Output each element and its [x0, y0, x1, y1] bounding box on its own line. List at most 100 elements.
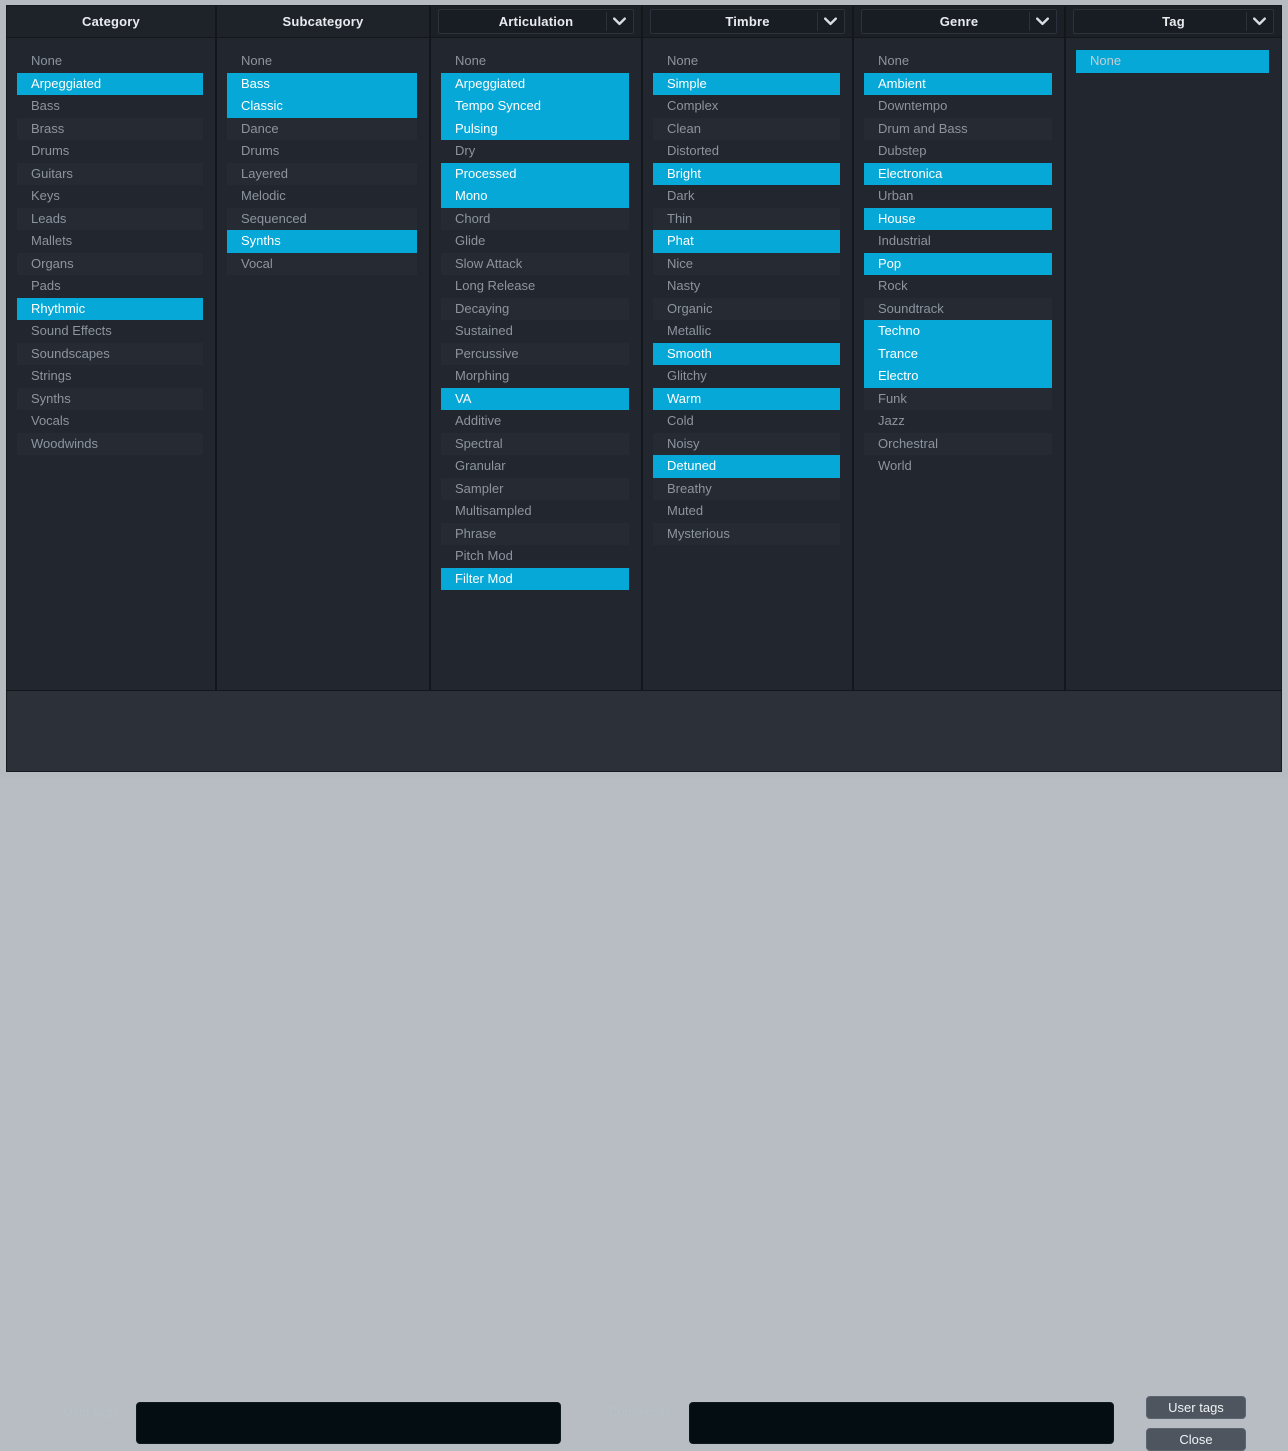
- list-item[interactable]: Tempo Synced: [441, 95, 629, 118]
- list-item[interactable]: Synths: [17, 388, 203, 411]
- list-item[interactable]: Pulsing: [441, 118, 629, 141]
- list-item[interactable]: Decaying: [441, 298, 629, 321]
- list-item[interactable]: Breathy: [653, 478, 840, 501]
- list-item[interactable]: Synths: [227, 230, 417, 253]
- list-item[interactable]: Simple: [653, 73, 840, 96]
- list-item[interactable]: Classic: [227, 95, 417, 118]
- list-item[interactable]: Thin: [653, 208, 840, 231]
- list-item[interactable]: Dry: [441, 140, 629, 163]
- list-item[interactable]: Vocals: [17, 410, 203, 433]
- list-item[interactable]: Smooth: [653, 343, 840, 366]
- list-item[interactable]: Bass: [227, 73, 417, 96]
- list-item[interactable]: Jazz: [864, 410, 1052, 433]
- list-item[interactable]: Bright: [653, 163, 840, 186]
- list-item[interactable]: Vocal: [227, 253, 417, 276]
- list-item[interactable]: Chord: [441, 208, 629, 231]
- list-item[interactable]: Phrase: [441, 523, 629, 546]
- user-tags-button[interactable]: User tags: [1146, 1396, 1246, 1419]
- list-item[interactable]: Sampler: [441, 478, 629, 501]
- list-item[interactable]: Rock: [864, 275, 1052, 298]
- list-item[interactable]: Sustained: [441, 320, 629, 343]
- list-item[interactable]: Warm: [653, 388, 840, 411]
- list-item[interactable]: House: [864, 208, 1052, 231]
- list-item[interactable]: Guitars: [17, 163, 203, 186]
- list-item[interactable]: Long Release: [441, 275, 629, 298]
- list-item[interactable]: Nice: [653, 253, 840, 276]
- list-item[interactable]: Mono: [441, 185, 629, 208]
- list-item[interactable]: Cold: [653, 410, 840, 433]
- list-item[interactable]: Layered: [227, 163, 417, 186]
- list-item[interactable]: Woodwinds: [17, 433, 203, 456]
- list-item[interactable]: Processed: [441, 163, 629, 186]
- list-item[interactable]: VA: [441, 388, 629, 411]
- user-tags-input[interactable]: [136, 1402, 561, 1444]
- list-item[interactable]: Rhythmic: [17, 298, 203, 321]
- chevron-down-icon[interactable]: [609, 12, 629, 32]
- list-item[interactable]: Multisampled: [441, 500, 629, 523]
- list-item[interactable]: Nasty: [653, 275, 840, 298]
- column-header-genre[interactable]: Genre: [854, 6, 1064, 38]
- column-list-tag[interactable]: None: [1066, 38, 1281, 690]
- list-item[interactable]: Bass: [17, 95, 203, 118]
- comments-input[interactable]: [689, 1402, 1114, 1444]
- column-header-timbre[interactable]: Timbre: [643, 6, 852, 38]
- column-list-genre[interactable]: NoneAmbientDowntempoDrum and BassDubstep…: [854, 38, 1064, 690]
- list-item[interactable]: Dubstep: [864, 140, 1052, 163]
- list-item[interactable]: Ambient: [864, 73, 1052, 96]
- list-item[interactable]: Sound Effects: [17, 320, 203, 343]
- chevron-down-icon[interactable]: [1249, 12, 1269, 32]
- list-item[interactable]: Melodic: [227, 185, 417, 208]
- list-item[interactable]: Electro: [864, 365, 1052, 388]
- close-button[interactable]: Close: [1146, 1428, 1246, 1451]
- chevron-down-icon[interactable]: [820, 12, 840, 32]
- list-item[interactable]: Soundscapes: [17, 343, 203, 366]
- list-item[interactable]: Dance: [227, 118, 417, 141]
- list-item[interactable]: Keys: [17, 185, 203, 208]
- list-item[interactable]: Clean: [653, 118, 840, 141]
- list-item[interactable]: Trance: [864, 343, 1052, 366]
- list-item[interactable]: Percussive: [441, 343, 629, 366]
- list-item[interactable]: Pitch Mod: [441, 545, 629, 568]
- list-item[interactable]: Downtempo: [864, 95, 1052, 118]
- list-item[interactable]: None: [653, 50, 840, 73]
- list-item[interactable]: Industrial: [864, 230, 1052, 253]
- list-item[interactable]: None: [864, 50, 1052, 73]
- list-item[interactable]: Arpeggiated: [441, 73, 629, 96]
- list-item[interactable]: Techno: [864, 320, 1052, 343]
- list-item[interactable]: None: [17, 50, 203, 73]
- list-item[interactable]: Mysterious: [653, 523, 840, 546]
- column-list-category[interactable]: NoneArpeggiatedBassBrassDrumsGuitarsKeys…: [7, 38, 215, 690]
- list-item[interactable]: Morphing: [441, 365, 629, 388]
- list-item[interactable]: Filter Mod: [441, 568, 629, 591]
- list-item[interactable]: None: [227, 50, 417, 73]
- list-item[interactable]: Phat: [653, 230, 840, 253]
- chevron-down-icon[interactable]: [1032, 12, 1052, 32]
- list-item[interactable]: World: [864, 455, 1052, 478]
- list-item[interactable]: Drum and Bass: [864, 118, 1052, 141]
- list-item[interactable]: Drums: [227, 140, 417, 163]
- list-item[interactable]: Soundtrack: [864, 298, 1052, 321]
- list-item[interactable]: Detuned: [653, 455, 840, 478]
- list-item[interactable]: Glitchy: [653, 365, 840, 388]
- list-item[interactable]: None: [441, 50, 629, 73]
- list-item[interactable]: None: [1076, 50, 1269, 73]
- list-item[interactable]: Organs: [17, 253, 203, 276]
- list-item[interactable]: Glide: [441, 230, 629, 253]
- list-item[interactable]: Leads: [17, 208, 203, 231]
- column-list-articulation[interactable]: NoneArpeggiatedTempo SyncedPulsingDryPro…: [431, 38, 641, 690]
- list-item[interactable]: Electronica: [864, 163, 1052, 186]
- list-item[interactable]: Strings: [17, 365, 203, 388]
- list-item[interactable]: Muted: [653, 500, 840, 523]
- list-item[interactable]: Dark: [653, 185, 840, 208]
- list-item[interactable]: Organic: [653, 298, 840, 321]
- list-item[interactable]: Mallets: [17, 230, 203, 253]
- list-item[interactable]: Complex: [653, 95, 840, 118]
- list-item[interactable]: Pads: [17, 275, 203, 298]
- list-item[interactable]: Metallic: [653, 320, 840, 343]
- list-item[interactable]: Funk: [864, 388, 1052, 411]
- list-item[interactable]: Slow Attack: [441, 253, 629, 276]
- list-item[interactable]: Pop: [864, 253, 1052, 276]
- list-item[interactable]: Urban: [864, 185, 1052, 208]
- list-item[interactable]: Granular: [441, 455, 629, 478]
- list-item[interactable]: Sequenced: [227, 208, 417, 231]
